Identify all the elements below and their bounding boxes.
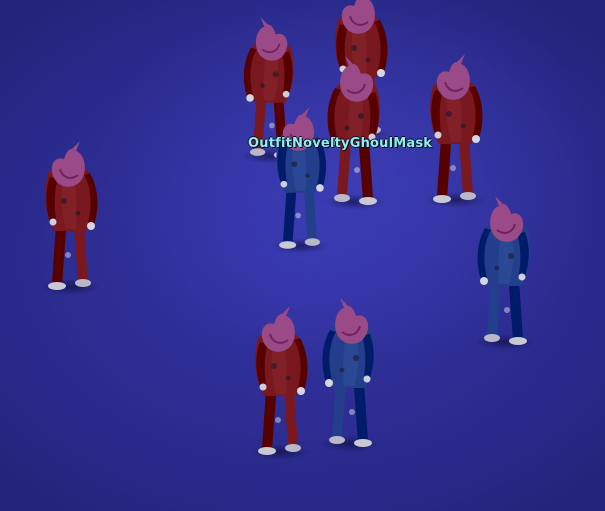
zombie-red-far-left[interactable] xyxy=(40,141,100,295)
entity-foot-left xyxy=(433,195,451,203)
entity-foot-right xyxy=(460,192,476,200)
zombie-red-bottom[interactable] xyxy=(250,306,310,460)
ghoul-mask-icon xyxy=(490,196,524,242)
entity-foot-left xyxy=(48,282,66,290)
ghoul-mask-icon xyxy=(436,54,470,100)
entity-knee-patch xyxy=(349,409,355,415)
zombie-blue-bottom[interactable] xyxy=(320,298,380,452)
entity-leg-right xyxy=(303,187,318,241)
ghoul-mask-icon xyxy=(341,0,375,34)
entity-foot-left xyxy=(359,197,377,205)
entity-knee-patch xyxy=(269,122,275,129)
entity-hand-left xyxy=(259,383,267,391)
entity-leg-left xyxy=(354,382,368,442)
entity-leg-right xyxy=(459,138,473,194)
entity-hand-right xyxy=(377,69,385,77)
zombie-red-center[interactable] xyxy=(325,56,385,210)
entity-knee-patch xyxy=(504,307,510,313)
entity-grime xyxy=(271,363,277,369)
entity-leg-left xyxy=(262,390,276,450)
entity-hand-right xyxy=(316,184,324,192)
entity-grime xyxy=(358,113,364,119)
entity-knee-patch xyxy=(65,252,71,258)
entity-foot-right xyxy=(484,334,500,342)
entity-foot-right xyxy=(304,238,320,246)
entity-grime xyxy=(351,45,357,51)
entity-leg-left xyxy=(52,225,66,285)
entity-hand-right xyxy=(87,222,95,230)
entity-hand-right xyxy=(480,277,488,285)
zombie-blue-right[interactable] xyxy=(475,196,535,350)
zombie-red-right[interactable] xyxy=(425,54,485,208)
entity-grime xyxy=(508,253,514,259)
entity-hand-left xyxy=(280,180,288,188)
entity-grime xyxy=(305,173,310,178)
entity-grime xyxy=(494,265,500,271)
entity-grime xyxy=(61,198,67,204)
entity-knee-patch xyxy=(354,167,360,173)
entity-grime xyxy=(75,210,81,216)
entity-foot-left xyxy=(258,447,276,455)
entity-grime xyxy=(460,123,466,129)
entity-foot-right xyxy=(285,444,301,452)
ghoul-mask-icon xyxy=(255,17,288,61)
entity-foot-right xyxy=(334,194,350,202)
entity-foot-left xyxy=(279,241,297,249)
entity-leg-left xyxy=(282,187,297,244)
entity-knee-patch xyxy=(295,212,301,219)
entity-grime xyxy=(272,71,279,78)
entity-foot-left xyxy=(509,337,527,345)
ghoul-mask-icon xyxy=(51,141,85,187)
entity-leg-left xyxy=(437,138,451,198)
entity-grime xyxy=(353,355,359,361)
entity-grime xyxy=(339,367,345,373)
entity-knee-patch xyxy=(450,165,456,171)
entity-leg-left xyxy=(509,280,523,340)
entity-grime xyxy=(365,57,371,63)
entity-foot-right xyxy=(329,436,345,444)
entity-grime xyxy=(285,375,291,381)
entity-hand-left xyxy=(282,90,290,98)
entity-hand-left xyxy=(363,375,371,383)
entity-grime xyxy=(344,125,350,131)
ghoul-mask-icon xyxy=(261,306,295,352)
entity-hand-right xyxy=(325,379,333,387)
entity-leg-right xyxy=(487,280,501,336)
entity-leg-right xyxy=(74,225,88,281)
entity-knee-patch xyxy=(275,417,281,423)
game-viewport[interactable]: OutfitNoveltyGhoulMask xyxy=(0,0,605,511)
world-scene[interactable] xyxy=(0,0,605,511)
entity-grime xyxy=(260,83,265,88)
ghoul-mask-icon xyxy=(335,298,369,344)
entity-hand-left xyxy=(434,131,442,139)
entity-hand-left xyxy=(518,273,526,281)
entity-leg-right xyxy=(284,390,298,446)
entity-hand-right xyxy=(246,94,254,102)
entity-foot-left xyxy=(354,439,372,447)
entity-leg-right xyxy=(332,382,346,438)
entity-grime xyxy=(291,161,298,168)
entity-hand-right xyxy=(297,387,305,395)
item-name-label: OutfitNoveltyGhoulMask xyxy=(248,136,433,151)
entity-foot-right xyxy=(75,279,91,287)
entity-grime xyxy=(446,111,452,117)
entity-hand-right xyxy=(472,135,480,143)
entity-hand-left xyxy=(49,218,57,226)
